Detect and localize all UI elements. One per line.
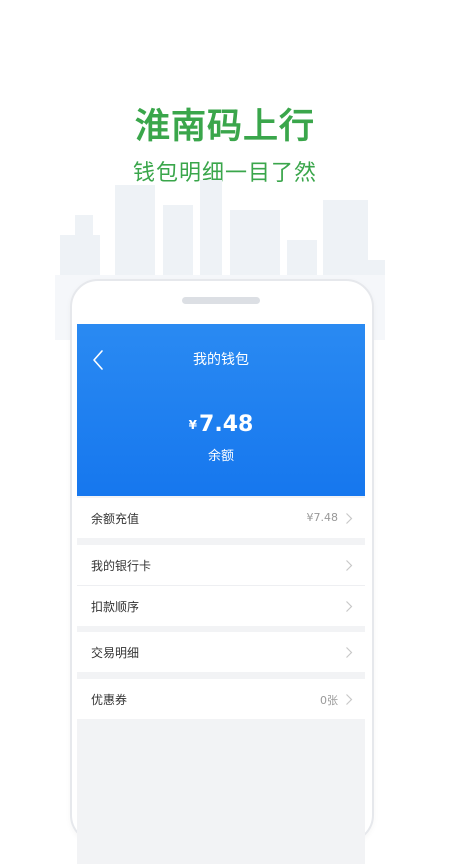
transactions-label: 交易明细	[91, 646, 140, 660]
chevron-right-icon	[346, 601, 353, 612]
card-section: 我的银行卡 扣款顺序	[77, 545, 365, 626]
transactions-section: 交易明细	[77, 632, 365, 672]
recharge-value: ¥7.48	[306, 511, 339, 524]
chevron-right-icon	[346, 513, 353, 524]
deduction-order-row[interactable]: 扣款顺序	[77, 585, 365, 626]
coupons-section: 优惠券 0张	[77, 679, 365, 719]
recharge-label: 余额充值	[91, 512, 140, 526]
phone-mockup: 我的钱包 ¥7.48 余额 余额充值 ¥7.48 我的银行卡 扣款顺序 交易明细…	[70, 279, 374, 864]
currency-symbol: ¥	[188, 418, 198, 432]
chevron-right-icon	[346, 694, 353, 705]
transactions-row[interactable]: 交易明细	[77, 632, 365, 672]
coupons-count: 0张	[320, 694, 338, 707]
promo-title: 淮南码上行	[134, 107, 315, 147]
balance-label: 余额	[207, 449, 234, 464]
chevron-right-icon	[346, 560, 353, 571]
bank-card-row[interactable]: 我的银行卡	[77, 545, 365, 585]
phone-speaker	[182, 297, 260, 304]
recharge-section: 余额充值 ¥7.48	[77, 498, 365, 538]
bank-card-label: 我的银行卡	[91, 559, 152, 573]
coupons-label: 优惠券	[91, 693, 128, 707]
deduction-order-label: 扣款顺序	[91, 600, 140, 614]
balance-value: 7.48	[199, 412, 254, 437]
phone-screen: 我的钱包 ¥7.48 余额 余额充值 ¥7.48 我的银行卡 扣款顺序 交易明细…	[77, 324, 365, 864]
wallet-title: 我的钱包	[193, 352, 249, 368]
wallet-header: 我的钱包 ¥7.48 余额	[77, 324, 365, 496]
coupons-row[interactable]: 优惠券 0张	[77, 679, 365, 719]
balance-amount: ¥7.48	[77, 412, 365, 437]
recharge-row[interactable]: 余额充值 ¥7.48	[77, 498, 365, 538]
chevron-right-icon	[346, 647, 353, 658]
